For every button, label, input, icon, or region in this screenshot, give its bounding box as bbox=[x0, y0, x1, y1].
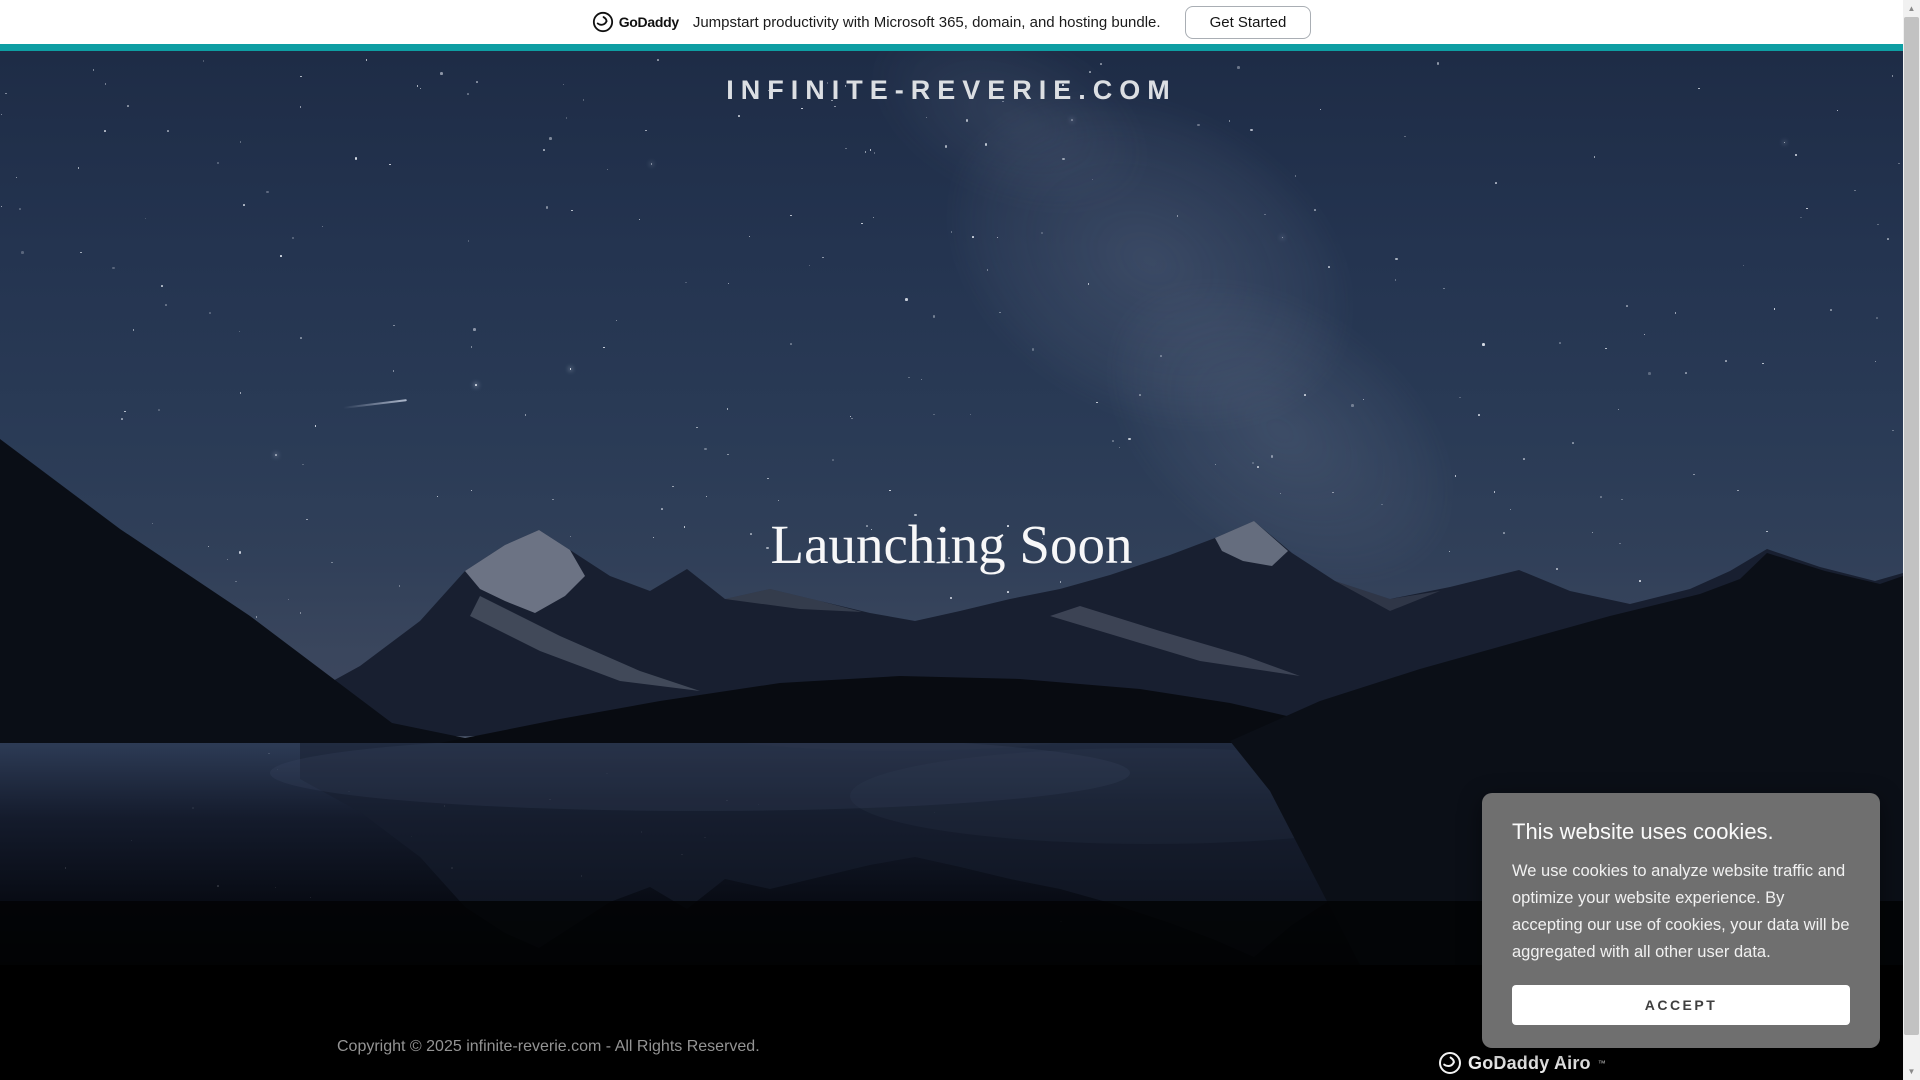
godaddy-logo: GoDaddy bbox=[592, 11, 679, 33]
scrollbar-thumb[interactable] bbox=[1904, 17, 1919, 1035]
trademark-symbol: ™ bbox=[1598, 1059, 1606, 1068]
godaddy-airo-logo-icon bbox=[1438, 1051, 1462, 1075]
cookie-dialog-title: This website uses cookies. bbox=[1512, 819, 1850, 845]
cookie-dialog-body: We use cookies to analyze website traffi… bbox=[1512, 858, 1850, 966]
headline: Launching Soon bbox=[0, 512, 1903, 578]
page: GoDaddy Jumpstart productivity with Micr… bbox=[0, 0, 1920, 1080]
get-started-button[interactable]: Get Started bbox=[1185, 6, 1312, 39]
godaddy-airo-wordmark: GoDaddy Airo bbox=[1468, 1053, 1591, 1074]
godaddy-wordmark: GoDaddy bbox=[619, 14, 679, 30]
accent-divider bbox=[0, 44, 1903, 51]
scroll-up-arrow-icon[interactable]: ▲ bbox=[1903, 0, 1920, 17]
vertical-scrollbar[interactable]: ▲ ▼ bbox=[1903, 0, 1920, 1080]
accept-cookies-button[interactable]: ACCEPT bbox=[1512, 985, 1850, 1025]
cookie-consent-dialog: This website uses cookies. We use cookie… bbox=[1482, 793, 1880, 1048]
scroll-down-arrow-icon[interactable]: ▼ bbox=[1903, 1063, 1920, 1080]
godaddy-logo-icon bbox=[592, 11, 614, 33]
copyright-text: Copyright © 2025 infinite-reverie.com - … bbox=[337, 1038, 760, 1056]
godaddy-airo-link[interactable]: GoDaddy Airo ™ bbox=[1438, 1051, 1606, 1075]
site-title: INFINITE-REVERIE.COM bbox=[0, 75, 1903, 106]
promo-banner: GoDaddy Jumpstart productivity with Micr… bbox=[0, 0, 1903, 44]
banner-message: Jumpstart productivity with Microsoft 36… bbox=[693, 14, 1161, 31]
